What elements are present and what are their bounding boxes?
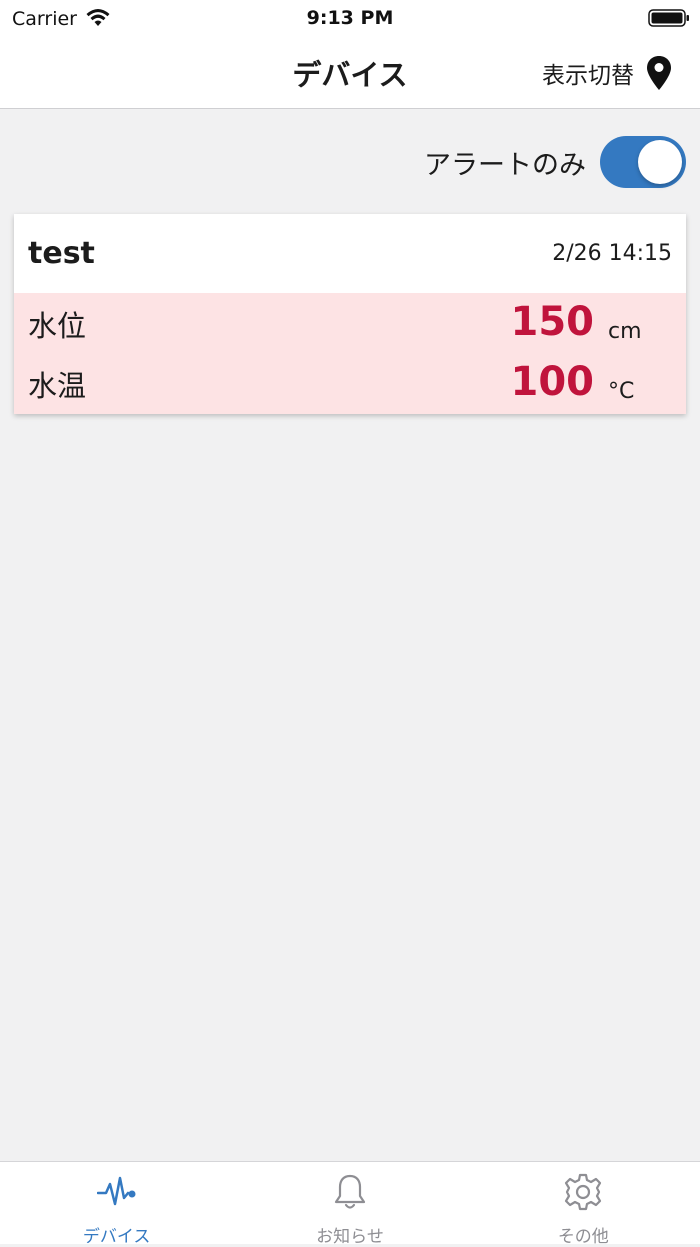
toggle-knob bbox=[638, 140, 682, 184]
battery-icon bbox=[648, 9, 689, 27]
metric-row-water-level: 水位 150 cm bbox=[14, 293, 686, 353]
tab-notifications[interactable]: お知らせ bbox=[233, 1162, 466, 1247]
device-name: test bbox=[28, 236, 95, 271]
metric-row-water-temperature: 水温 100 °C bbox=[14, 353, 686, 413]
navigation-bar: デバイス 表示切替 bbox=[0, 38, 700, 109]
tab-bar: デバイス お知らせ その他 bbox=[0, 1161, 700, 1247]
tab-label: お知らせ bbox=[316, 1227, 384, 1247]
device-metrics: 水位 150 cm 水温 100 °C bbox=[14, 293, 686, 414]
gear-icon bbox=[565, 1173, 602, 1211]
tab-devices[interactable]: デバイス bbox=[0, 1162, 233, 1247]
device-timestamp: 2/26 14:15 bbox=[552, 241, 672, 266]
device-card-header: test 2/26 14:15 bbox=[14, 214, 686, 293]
tab-label: その他 bbox=[557, 1227, 609, 1247]
metric-label: 水位 bbox=[28, 309, 87, 343]
clock: 9:13 PM bbox=[306, 7, 394, 29]
pulse-icon bbox=[96, 1176, 136, 1206]
bell-icon bbox=[334, 1174, 366, 1209]
metric-value: 150 bbox=[510, 299, 595, 345]
tab-label: デバイス bbox=[82, 1227, 151, 1247]
metric-value: 100 bbox=[510, 359, 595, 405]
map-pin-icon bbox=[647, 56, 671, 90]
alert-only-toggle[interactable] bbox=[600, 136, 686, 188]
toggle-view-button[interactable]: 表示切替 bbox=[542, 51, 672, 95]
device-card[interactable]: test 2/26 14:15 水位 150 cm 水温 100 °C bbox=[14, 214, 686, 414]
toggle-view-label: 表示切替 bbox=[542, 63, 634, 89]
metric-unit: cm bbox=[608, 319, 642, 344]
metric-unit: °C bbox=[608, 379, 635, 404]
tab-other[interactable]: その他 bbox=[467, 1162, 700, 1247]
metric-label: 水温 bbox=[28, 369, 87, 403]
alert-only-filter: アラートのみ bbox=[424, 134, 686, 190]
status-bar: Carrier 9:13 PM bbox=[0, 0, 700, 38]
alert-only-label: アラートのみ bbox=[424, 149, 586, 181]
